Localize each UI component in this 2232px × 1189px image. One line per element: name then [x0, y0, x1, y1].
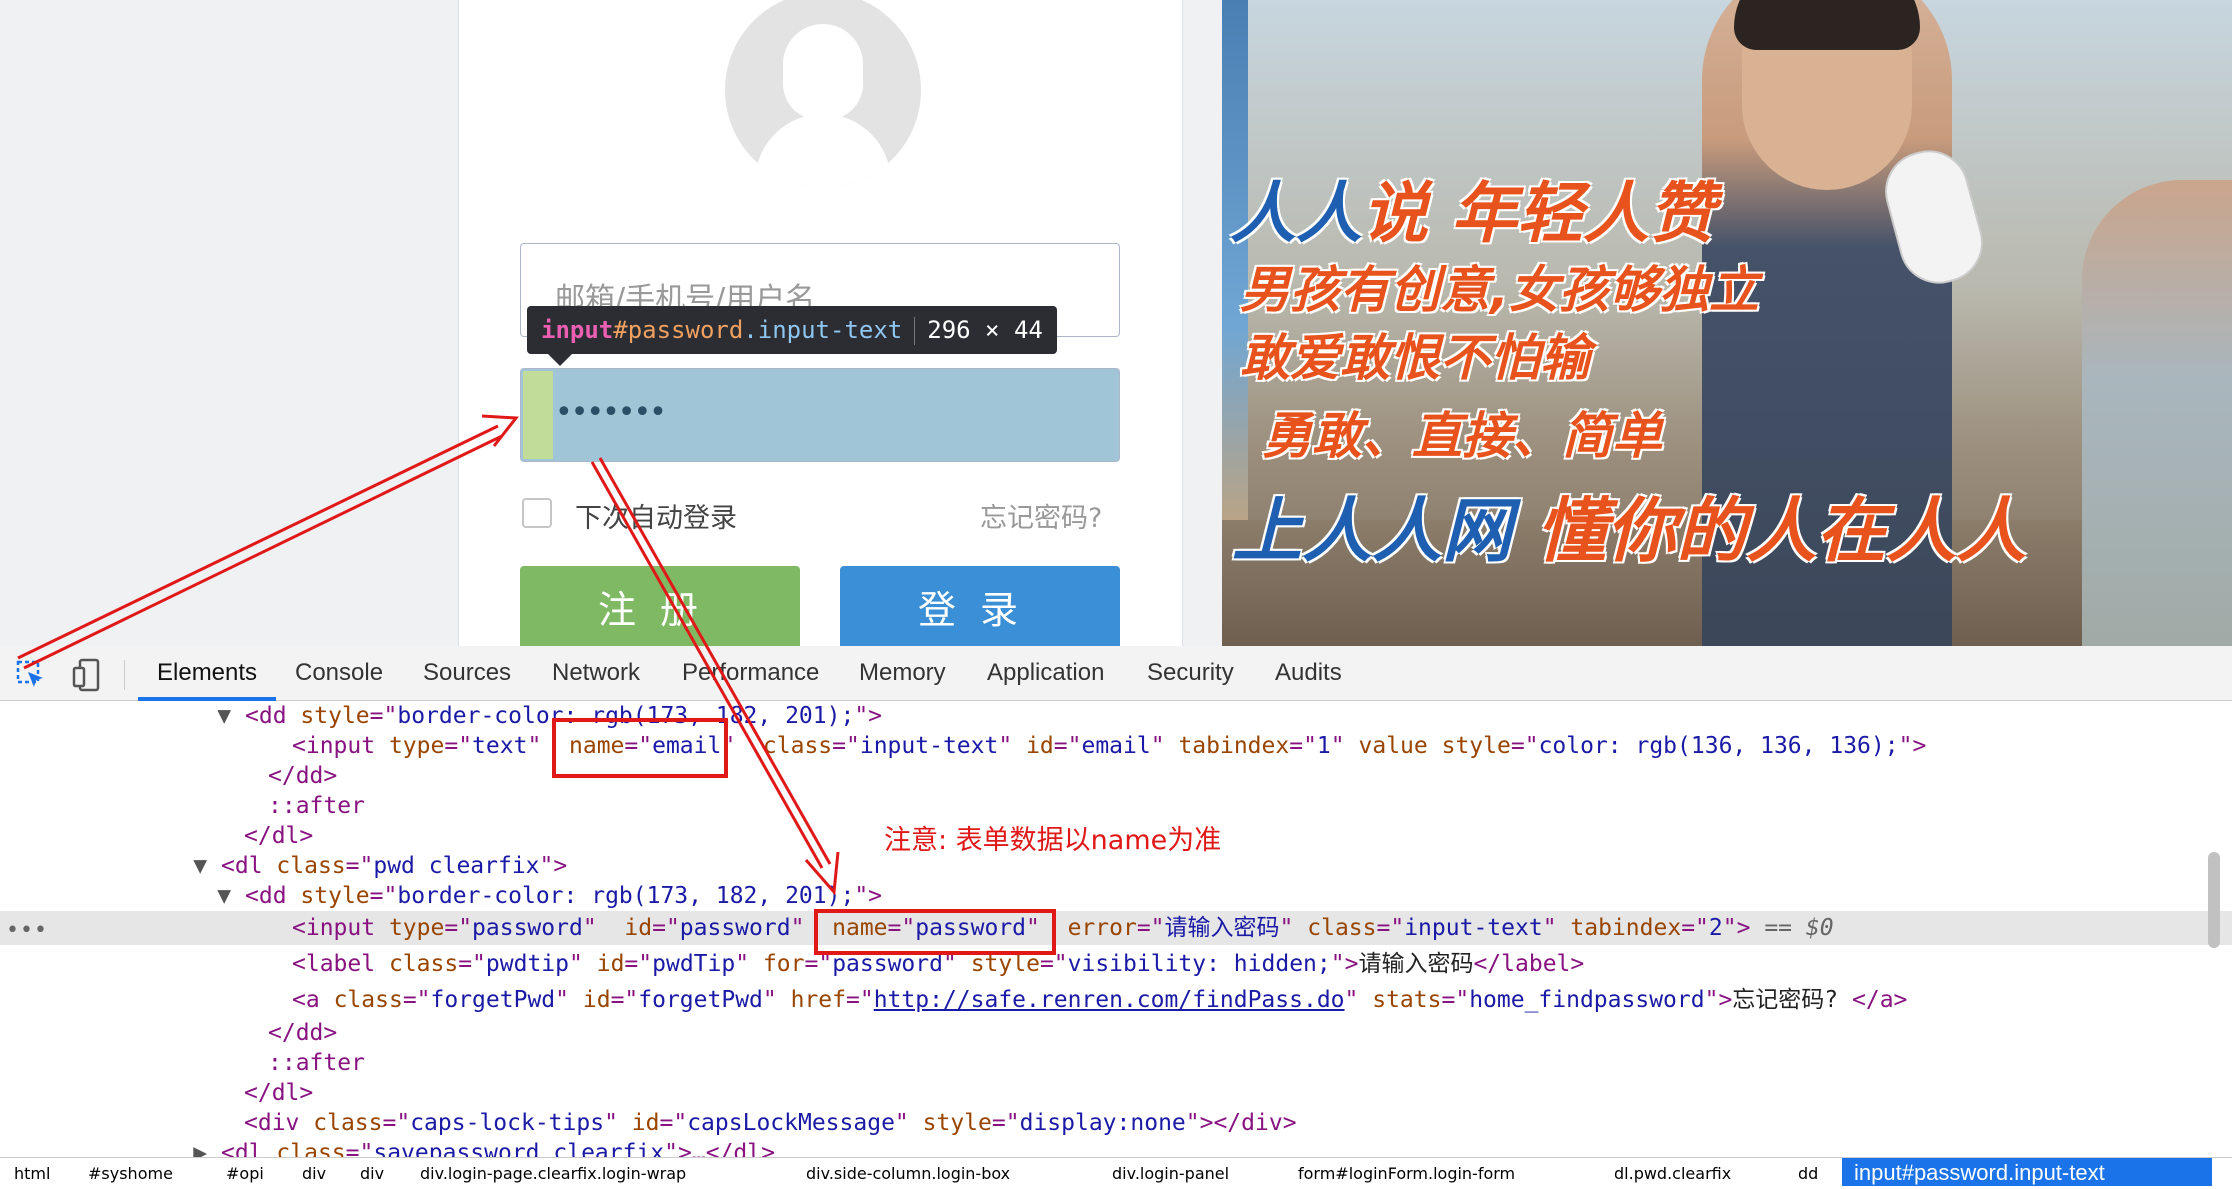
tab-sources[interactable]: Sources — [423, 646, 511, 700]
remember-checkbox[interactable] — [522, 498, 552, 528]
forgot-password-link[interactable]: 忘记密码? — [980, 496, 1102, 535]
password-input[interactable]: ••••••• — [520, 368, 1120, 462]
tab-console[interactable]: Console — [295, 646, 383, 700]
tooltip-class: .input-text — [743, 316, 903, 344]
tab-memory[interactable]: Memory — [859, 646, 946, 700]
dom-line[interactable]: <input type="text" name="email" class="i… — [0, 731, 2232, 761]
more-actions-icon[interactable]: ••• — [6, 918, 48, 943]
banner-slogan-2: 男孩有创意,女孩够独立 — [1240, 261, 1759, 319]
password-value: ••••••• — [555, 395, 667, 430]
breadcrumb-item[interactable]: #syshome — [88, 1159, 173, 1189]
password-padding-highlight — [523, 371, 553, 459]
dom-line[interactable]: ▼ <dd style="border-color: rgb(173, 182,… — [0, 881, 2232, 911]
dom-tree[interactable]: ▼ <dd style="border-color: rgb(173, 182,… — [0, 701, 2232, 1166]
dom-line[interactable]: </dd> — [0, 1018, 2232, 1048]
tab-audits[interactable]: Audits — [1275, 646, 1342, 700]
breadcrumb-item[interactable]: html — [14, 1159, 50, 1189]
annotation-note: 注意: 表单数据以name为准 — [884, 825, 1222, 856]
annotation-box-password-name — [814, 909, 1056, 955]
banner-slogan-1: 人人说 年轻人赞 — [1230, 175, 1715, 252]
tooltip-arrow — [548, 354, 572, 366]
banner-slogan-4: 勇敢、直接、简单 — [1262, 407, 1662, 465]
dom-line[interactable]: <div class="caps-lock-tips" id="capsLock… — [0, 1108, 2232, 1138]
annotation-box-email-name — [552, 718, 728, 778]
inspect-tooltip: input#password.input-text 296 × 44 — [527, 306, 1057, 354]
tab-application[interactable]: Application — [987, 646, 1104, 700]
device-toolbar-icon[interactable] — [72, 658, 102, 692]
tooltip-size: 296 × 44 — [927, 316, 1043, 344]
remember-label[interactable]: 下次自动登录 — [575, 496, 737, 535]
dom-line[interactable]: <label class="pwdtip" id="pwdTip" for="p… — [0, 949, 2232, 979]
login-button[interactable]: 登录 — [840, 566, 1120, 656]
tab-network[interactable]: Network — [552, 646, 640, 700]
dom-line[interactable]: </dd> — [0, 761, 2232, 791]
avatar-icon — [725, 0, 921, 188]
register-button[interactable]: 注册 — [520, 566, 800, 656]
dom-line[interactable]: ::after — [0, 1048, 2232, 1078]
banner-slogan-5: 上人人网 懂你的人在人人 — [1232, 490, 2027, 572]
tab-performance[interactable]: Performance — [682, 646, 819, 700]
breadcrumb-item[interactable]: dd — [1798, 1159, 1818, 1189]
dom-line[interactable]: ▼ <dd style="border-color: rgb(173, 182,… — [0, 701, 2232, 731]
breadcrumb-item[interactable]: div — [360, 1159, 384, 1189]
breadcrumb-item-active[interactable]: input#password.input-text — [1842, 1158, 2212, 1186]
tooltip-id: #password — [613, 316, 744, 344]
tooltip-tag: input — [541, 316, 614, 344]
breadcrumb-item[interactable]: div.side-column.login-box — [806, 1159, 1010, 1189]
breadcrumb-item[interactable]: div.login-page.clearfix.login-wrap — [420, 1159, 686, 1189]
inspect-element-icon[interactable] — [16, 660, 46, 690]
promo-banner[interactable]: 人人说 年轻人赞 男孩有创意,女孩够独立 敢爱敢恨不怕输 勇敢、直接、简单 上人… — [1222, 0, 2232, 646]
breadcrumb-item[interactable]: div — [302, 1159, 326, 1189]
dom-line[interactable]: <a class="forgetPwd" id="forgetPwd" href… — [0, 985, 2232, 1015]
dom-line[interactable]: </dl> — [0, 1078, 2232, 1108]
banner-slogan-3: 敢爱敢恨不怕输 — [1240, 329, 1590, 387]
tab-elements[interactable]: Elements — [157, 646, 257, 700]
tab-security[interactable]: Security — [1147, 646, 1234, 700]
breadcrumb-item[interactable]: div.login-panel — [1112, 1159, 1229, 1189]
breadcrumb-item[interactable]: dl.pwd.clearfix — [1614, 1159, 1731, 1189]
breadcrumb-item[interactable]: form#loginForm.login-form — [1298, 1159, 1515, 1189]
forgot-password-href[interactable]: http://safe.renren.com/findPass.do — [874, 987, 1345, 1013]
dom-line[interactable]: ::after — [0, 791, 2232, 821]
breadcrumb-item[interactable]: #opi — [226, 1159, 264, 1189]
scrollbar-thumb[interactable] — [2208, 852, 2220, 948]
dom-line-selected[interactable]: <input type="password" id="password" nam… — [0, 911, 2232, 945]
toolbar-separator — [124, 660, 125, 690]
